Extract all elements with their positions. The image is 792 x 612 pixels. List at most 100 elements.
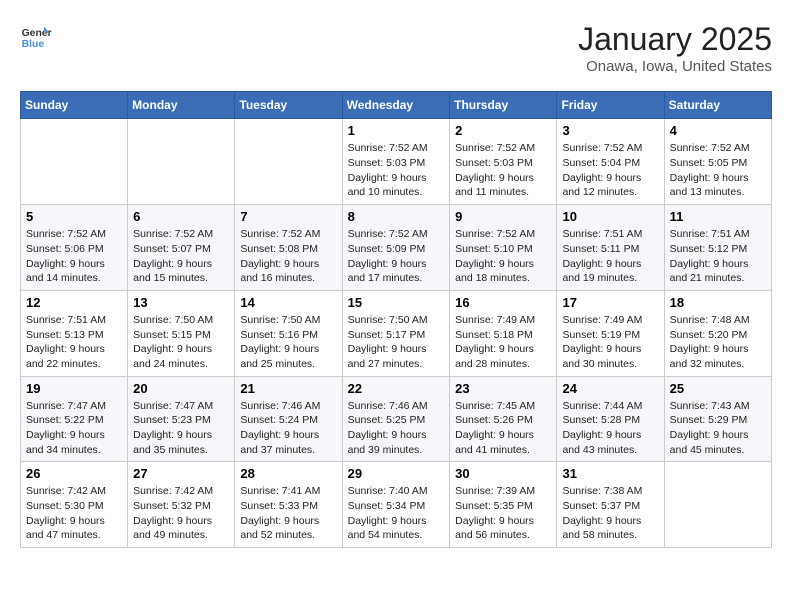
calendar-cell: 2 Sunrise: 7:52 AM Sunset: 5:03 PM Daylig… (450, 119, 557, 205)
calendar-cell: 31 Sunrise: 7:38 AM Sunset: 5:37 PM Dayli… (557, 462, 664, 548)
calendar-cell: 18Sunrise: 7:48 AM Sunset: 5:20 PM Dayli… (664, 290, 771, 376)
day-info: Sunrise: 7:52 AM Sunset: 5:10 PM Dayligh… (455, 227, 551, 286)
weekday-header: Tuesday (235, 92, 342, 119)
calendar-cell: 6Sunrise: 7:52 AM Sunset: 5:07 PM Daylig… (128, 205, 235, 291)
day-number: 2 (455, 123, 551, 138)
day-number: 11 (670, 209, 766, 224)
day-number: 28 (240, 466, 336, 481)
calendar-cell: 9 Sunrise: 7:52 AM Sunset: 5:10 PM Daylig… (450, 205, 557, 291)
day-info: Sunrise: 7:52 AM Sunset: 5:07 PM Dayligh… (133, 227, 229, 286)
calendar-cell: 10 Sunrise: 7:51 AM Sunset: 5:11 PM Dayli… (557, 205, 664, 291)
day-number: 9 (455, 209, 551, 224)
day-info: Sunrise: 7:52 AM Sunset: 5:05 PM Dayligh… (670, 141, 766, 200)
calendar-week-row: 12 Sunrise: 7:51 AM Sunset: 5:13 PM Dayli… (21, 290, 772, 376)
calendar-cell: 12 Sunrise: 7:51 AM Sunset: 5:13 PM Dayli… (21, 290, 128, 376)
calendar-cell: 17Sunrise: 7:49 AM Sunset: 5:19 PM Dayli… (557, 290, 664, 376)
day-info: Sunrise: 7:51 AM Sunset: 5:11 PM Dayligh… (562, 227, 658, 286)
day-info: Sunrise: 7:49 AM Sunset: 5:19 PM Dayligh… (562, 313, 658, 372)
day-info: Sunrise: 7:52 AM Sunset: 5:06 PM Dayligh… (26, 227, 122, 286)
weekday-header: Friday (557, 92, 664, 119)
calendar-cell: 24Sunrise: 7:44 AM Sunset: 5:28 PM Dayli… (557, 376, 664, 462)
calendar-cell: 30 Sunrise: 7:39 AM Sunset: 5:35 PM Dayli… (450, 462, 557, 548)
day-number: 31 (562, 466, 658, 481)
calendar-week-row: 1 Sunrise: 7:52 AM Sunset: 5:03 PM Daylig… (21, 119, 772, 205)
calendar-cell (21, 119, 128, 205)
title-block: January 2025 Onawa, Iowa, United States (578, 20, 772, 75)
day-number: 18 (670, 295, 766, 310)
logo-icon: General Blue (20, 20, 52, 52)
calendar-cell: 16Sunrise: 7:49 AM Sunset: 5:18 PM Dayli… (450, 290, 557, 376)
day-info: Sunrise: 7:47 AM Sunset: 5:23 PM Dayligh… (133, 399, 229, 458)
day-number: 10 (562, 209, 658, 224)
calendar-cell: 15 Sunrise: 7:50 AM Sunset: 5:17 PM Dayli… (342, 290, 450, 376)
day-number: 27 (133, 466, 229, 481)
calendar-week-row: 19 Sunrise: 7:47 AM Sunset: 5:22 PM Dayli… (21, 376, 772, 462)
day-info: Sunrise: 7:51 AM Sunset: 5:13 PM Dayligh… (26, 313, 122, 372)
weekday-header: Sunday (21, 92, 128, 119)
day-number: 1 (348, 123, 445, 138)
day-number: 12 (26, 295, 122, 310)
calendar-cell: 29Sunrise: 7:40 AM Sunset: 5:34 PM Dayli… (342, 462, 450, 548)
day-number: 13 (133, 295, 229, 310)
calendar-cell: 21 Sunrise: 7:46 AM Sunset: 5:24 PM Dayli… (235, 376, 342, 462)
calendar-cell: 26 Sunrise: 7:42 AM Sunset: 5:30 PM Dayli… (21, 462, 128, 548)
day-info: Sunrise: 7:46 AM Sunset: 5:24 PM Dayligh… (240, 399, 336, 458)
location: Onawa, Iowa, United States (578, 58, 772, 75)
calendar-cell: 13 Sunrise: 7:50 AM Sunset: 5:15 PM Dayli… (128, 290, 235, 376)
day-info: Sunrise: 7:39 AM Sunset: 5:35 PM Dayligh… (455, 484, 551, 543)
month-title: January 2025 (578, 20, 772, 58)
day-info: Sunrise: 7:52 AM Sunset: 5:04 PM Dayligh… (562, 141, 658, 200)
calendar-cell (235, 119, 342, 205)
calendar-cell: 7Sunrise: 7:52 AM Sunset: 5:08 PM Daylig… (235, 205, 342, 291)
calendar-cell: 19 Sunrise: 7:47 AM Sunset: 5:22 PM Dayli… (21, 376, 128, 462)
calendar-cell: 4 Sunrise: 7:52 AM Sunset: 5:05 PM Daylig… (664, 119, 771, 205)
day-number: 25 (670, 381, 766, 396)
weekday-header: Saturday (664, 92, 771, 119)
calendar-cell: 3 Sunrise: 7:52 AM Sunset: 5:04 PM Daylig… (557, 119, 664, 205)
day-number: 20 (133, 381, 229, 396)
calendar-cell: 23 Sunrise: 7:45 AM Sunset: 5:26 PM Dayli… (450, 376, 557, 462)
day-info: Sunrise: 7:52 AM Sunset: 5:03 PM Dayligh… (348, 141, 445, 200)
day-info: Sunrise: 7:45 AM Sunset: 5:26 PM Dayligh… (455, 399, 551, 458)
weekday-header-row: SundayMondayTuesdayWednesdayThursdayFrid… (21, 92, 772, 119)
weekday-header: Monday (128, 92, 235, 119)
calendar-cell: 14Sunrise: 7:50 AM Sunset: 5:16 PM Dayli… (235, 290, 342, 376)
calendar-cell: 8Sunrise: 7:52 AM Sunset: 5:09 PM Daylig… (342, 205, 450, 291)
calendar-cell: 28 Sunrise: 7:41 AM Sunset: 5:33 PM Dayli… (235, 462, 342, 548)
calendar-cell: 22 Sunrise: 7:46 AM Sunset: 5:25 PM Dayli… (342, 376, 450, 462)
page-header: General Blue January 2025 Onawa, Iowa, U… (20, 20, 772, 75)
day-number: 15 (348, 295, 445, 310)
svg-text:Blue: Blue (22, 39, 45, 50)
day-number: 21 (240, 381, 336, 396)
calendar-cell: 5 Sunrise: 7:52 AM Sunset: 5:06 PM Daylig… (21, 205, 128, 291)
day-info: Sunrise: 7:42 AM Sunset: 5:30 PM Dayligh… (26, 484, 122, 543)
day-number: 26 (26, 466, 122, 481)
svg-text:General: General (22, 28, 52, 39)
day-number: 5 (26, 209, 122, 224)
day-number: 3 (562, 123, 658, 138)
logo: General Blue (20, 20, 52, 52)
calendar-cell: 11Sunrise: 7:51 AM Sunset: 5:12 PM Dayli… (664, 205, 771, 291)
calendar-week-row: 26 Sunrise: 7:42 AM Sunset: 5:30 PM Dayli… (21, 462, 772, 548)
day-info: Sunrise: 7:46 AM Sunset: 5:25 PM Dayligh… (348, 399, 445, 458)
day-number: 14 (240, 295, 336, 310)
day-info: Sunrise: 7:47 AM Sunset: 5:22 PM Dayligh… (26, 399, 122, 458)
day-info: Sunrise: 7:44 AM Sunset: 5:28 PM Dayligh… (562, 399, 658, 458)
day-info: Sunrise: 7:38 AM Sunset: 5:37 PM Dayligh… (562, 484, 658, 543)
day-number: 4 (670, 123, 766, 138)
day-number: 16 (455, 295, 551, 310)
day-info: Sunrise: 7:52 AM Sunset: 5:03 PM Dayligh… (455, 141, 551, 200)
weekday-header: Thursday (450, 92, 557, 119)
day-number: 19 (26, 381, 122, 396)
day-info: Sunrise: 7:42 AM Sunset: 5:32 PM Dayligh… (133, 484, 229, 543)
day-number: 22 (348, 381, 445, 396)
calendar-table: SundayMondayTuesdayWednesdayThursdayFrid… (20, 91, 772, 548)
day-info: Sunrise: 7:41 AM Sunset: 5:33 PM Dayligh… (240, 484, 336, 543)
calendar-cell: 25Sunrise: 7:43 AM Sunset: 5:29 PM Dayli… (664, 376, 771, 462)
day-number: 29 (348, 466, 445, 481)
day-info: Sunrise: 7:50 AM Sunset: 5:17 PM Dayligh… (348, 313, 445, 372)
day-number: 30 (455, 466, 551, 481)
day-info: Sunrise: 7:50 AM Sunset: 5:15 PM Dayligh… (133, 313, 229, 372)
day-number: 23 (455, 381, 551, 396)
calendar-cell (664, 462, 771, 548)
